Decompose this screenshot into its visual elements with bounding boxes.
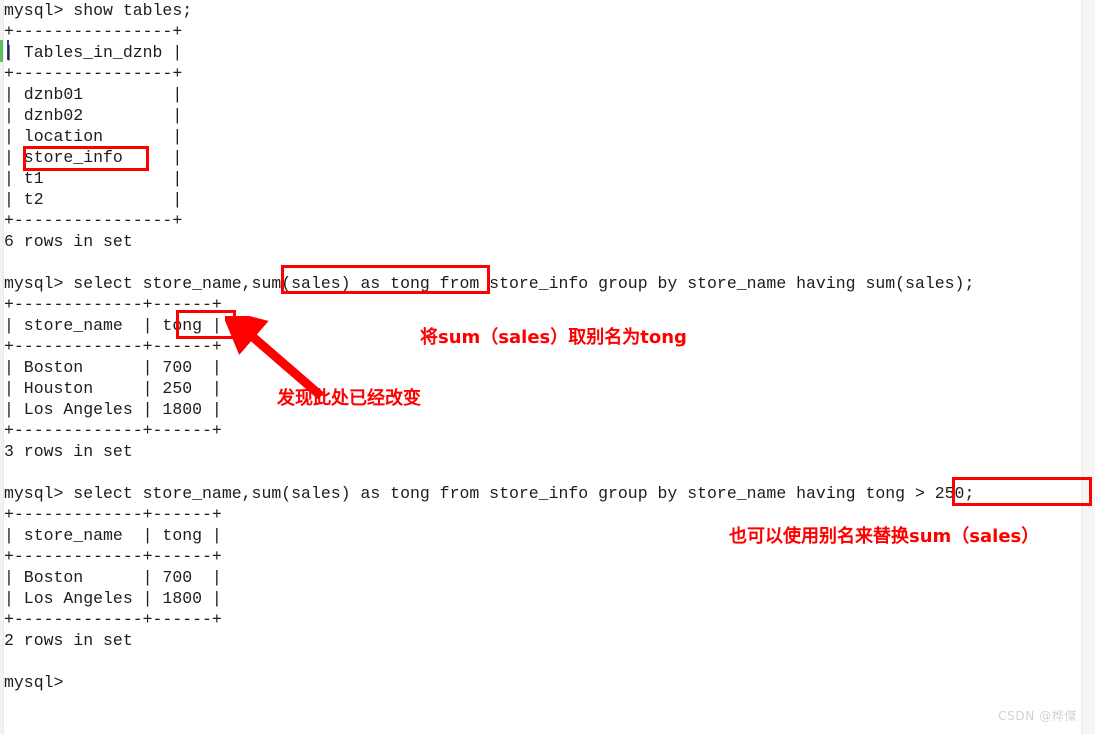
terminal-line: +----------------+	[4, 64, 183, 83]
terminal-screenshot: mysql> show tables; +----------------+ |…	[0, 0, 1095, 734]
terminal-line: | location |	[4, 127, 183, 146]
annotation-alias-note: 将sum（sales）取别名为tong	[420, 327, 687, 348]
terminal-line: | dznb01 |	[4, 85, 183, 104]
terminal-line: +----------------+	[4, 211, 183, 230]
left-gutter-green-marker	[0, 40, 3, 62]
annotation-alias-replace-note: 也可以使用别名来替换sum（sales）	[729, 526, 1040, 547]
terminal-line: mysql> select store_name,sum(sales) as t…	[4, 484, 975, 503]
terminal-line: | store_info |	[4, 148, 183, 167]
csdn-watermark: CSDN @桦傑	[998, 709, 1077, 723]
terminal-line: | Los Angeles | 1800 |	[4, 400, 222, 419]
terminal-line: | Houston | 250 |	[4, 379, 222, 398]
terminal-line: | Los Angeles | 1800 |	[4, 589, 222, 608]
terminal-line: +-------------+------+	[4, 505, 222, 524]
terminal-line: mysql> select store_name,sum(sales) as t…	[4, 274, 975, 293]
terminal-line: +----------------+	[4, 22, 183, 41]
terminal-line: mysql>	[4, 673, 64, 692]
terminal-line: +-------------+------+	[4, 421, 222, 440]
terminal-line: 3 rows in set	[4, 442, 133, 461]
terminal-line: +-------------+------+	[4, 547, 222, 566]
terminal-line: +-------------+------+	[4, 610, 222, 629]
annotation-changed-note: 发现此处已经改变	[277, 388, 421, 409]
terminal-line: | Boston | 700 |	[4, 568, 222, 587]
terminal-line: mysql> show tables;	[4, 1, 193, 20]
terminal-line: | t2 |	[4, 190, 183, 209]
terminal-line: | t1 |	[4, 169, 183, 188]
terminal-line: | Tables_in_dznb |	[4, 43, 183, 62]
terminal-line: +-------------+------+	[4, 295, 222, 314]
terminal-line: | dznb02 |	[4, 106, 183, 125]
terminal-line: 2 rows in set	[4, 631, 133, 650]
terminal-line: | Boston | 700 |	[4, 358, 222, 377]
terminal-line: 6 rows in set	[4, 232, 133, 251]
